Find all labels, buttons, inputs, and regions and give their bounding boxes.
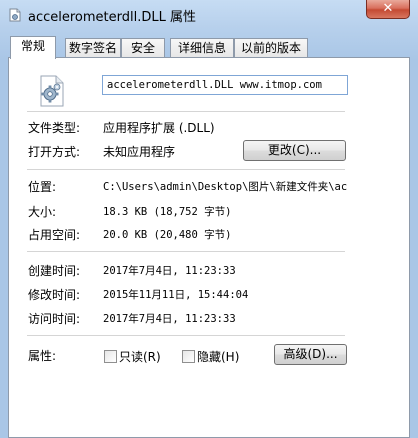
created-value: 2017年7月4日, 11:23:33 [103, 265, 236, 277]
size-value: 18.3 KB (18,752 字节) [103, 206, 232, 218]
dll-file-icon [9, 8, 21, 22]
size-on-disk-label: 占用空间: [28, 228, 81, 242]
size-label: 大小: [28, 205, 57, 219]
window-title: accelerometerdll.DLL 属性 [28, 10, 196, 25]
tab-details[interactable]: 详细信息 [170, 38, 234, 58]
title-bar[interactable]: accelerometerdll.DLL 属性 ✕ [0, 0, 418, 30]
close-button[interactable]: ✕ [366, 0, 410, 19]
filename-input[interactable]: accelerometerdll.DLL www.itmop.com [102, 75, 348, 95]
created-label: 创建时间: [28, 264, 81, 278]
file-type-label: 文件类型: [28, 121, 81, 135]
close-icon: ✕ [382, 1, 394, 16]
change-button[interactable]: 更改(C)... [243, 140, 346, 161]
open-with-value: 未知应用程序 [103, 145, 176, 159]
size-on-disk-value: 20.0 KB (20,480 字节) [103, 229, 232, 241]
tab-previous-versions[interactable]: 以前的版本 [234, 38, 308, 58]
accessed-value: 2017年7月4日, 11:23:33 [103, 313, 236, 325]
general-panel: accelerometerdll.DLL www.itmop.com 文件类型:… [8, 57, 410, 438]
modified-value: 2015年11月11日, 15:44:04 [103, 289, 249, 301]
readonly-checkbox[interactable] [104, 350, 117, 363]
hidden-label[interactable]: 隐藏(H) [197, 348, 239, 365]
tab-security[interactable]: 安全 [121, 38, 165, 58]
hidden-checkbox[interactable] [182, 350, 195, 363]
accessed-label: 访问时间: [28, 312, 81, 326]
advanced-button[interactable]: 高级(D)... [274, 344, 347, 365]
location-value: C:\Users\admin\Desktop\图片\新建文件夹\ac [103, 181, 348, 193]
open-with-label: 打开方式: [28, 145, 81, 159]
dll-gear-file-icon [40, 75, 64, 107]
tab-general[interactable]: 常规 [10, 36, 56, 59]
location-label: 位置: [28, 180, 57, 194]
separator [27, 111, 345, 112]
tab-digital-signatures[interactable]: 数字签名 [65, 38, 121, 58]
file-type-value: 应用程序扩展 (.DLL) [103, 121, 215, 135]
separator [27, 169, 345, 170]
tab-strip: 常规 数字签名 安全 详细信息 以前的版本 [8, 36, 408, 59]
attributes-label: 属性: [28, 349, 57, 363]
modified-label: 修改时间: [28, 288, 81, 302]
separator [27, 251, 345, 252]
properties-window: accelerometerdll.DLL 属性 ✕ 常规 数字签名 安全 详细信… [0, 0, 418, 438]
readonly-label[interactable]: 只读(R) [119, 348, 161, 365]
separator [27, 335, 345, 336]
